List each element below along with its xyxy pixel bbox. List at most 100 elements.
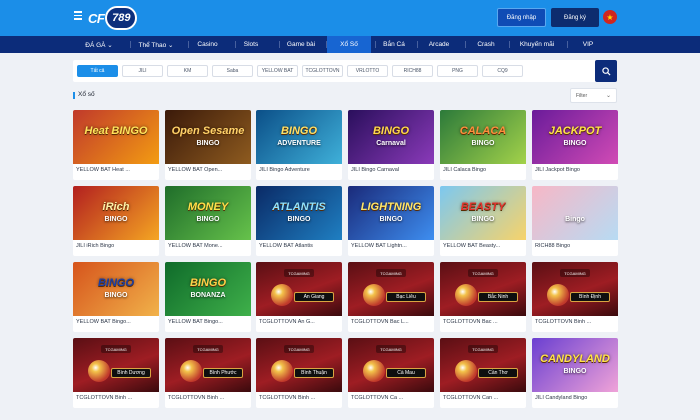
provider-chip-3[interactable]: Saba [212,65,253,77]
region-plate: An Giang [294,292,334,302]
game-name: TCGLOTTOVN Bac ... [443,319,498,325]
game-thumbnail: Open Sesame BINGO [165,110,251,164]
game-card[interactable]: Bingo RICH88 Bingo [532,186,618,256]
game-art-subtitle: ADVENTURE [277,140,321,147]
game-thumbnail: TCGAMING Bình Dương [73,338,159,392]
game-card[interactable]: JACKPOT BINGO JILI Jackpot Bingo [532,110,618,180]
provider-chip-8[interactable]: PNG [437,65,478,77]
lottery-ball-icon [455,360,477,382]
nav-item-5[interactable]: Xổ Số [327,36,371,53]
nav-separator [279,41,280,48]
game-name: YELLOW BAT Mone... [168,243,223,249]
game-thumbnail: TCGAMING Bình Định [532,262,618,316]
game-card[interactable]: CALACA BINGO JILI Calaca Bingo [440,110,526,180]
game-card[interactable]: Open Sesame BINGO YELLOW BAT Open... [165,110,251,180]
game-art-subtitle: Bingo [565,216,585,223]
nav-item-2[interactable]: Casino [189,36,226,53]
login-button[interactable]: Đăng nhập [497,8,546,27]
game-art-title: BINGO [280,125,318,137]
game-card[interactable]: TCGAMING Cà Mau TCGLOTTOVN Ca ... [348,338,434,408]
game-thumbnail: TCGAMING Bắc Ninh [440,262,526,316]
provider-chip-0[interactable]: Tất cả [77,65,118,77]
game-art-subtitle: Carnaval [376,140,406,147]
nav-separator [326,41,327,48]
nav-item-8[interactable]: Crash [466,36,506,53]
game-card[interactable]: BINGO BINGO YELLOW BAT Bingo... [73,262,159,332]
lottery-ball-icon [363,284,385,306]
game-thumbnail: TCGAMING An Giang [256,262,342,316]
provider-logo: TCGAMING [284,269,314,277]
provider-chip-5[interactable]: TCGLOTTOVN [302,65,343,77]
game-art-subtitle: BINGO [196,140,220,147]
provider-chip-1[interactable]: JILI [122,65,163,77]
game-name: YELLOW BAT Open... [168,167,223,173]
game-art-subtitle: BINGO [563,368,587,375]
search-button[interactable] [595,60,617,82]
game-card[interactable]: TCGAMING Bình Định TCGLOTTOVN Binh ... [532,262,618,332]
nav-item-7[interactable]: Arcade [418,36,460,53]
chevron-down-icon: ⌄ [605,93,611,99]
register-button[interactable]: Đăng ký [551,8,599,27]
region-plate: Bình Định [570,292,610,302]
provider-chip-6[interactable]: VRLOTTO [347,65,388,77]
game-card[interactable]: TCGAMING Cần Thơ TCGLOTTOVN Can ... [440,338,526,408]
provider-chip-4[interactable]: YELLOW BAT [257,65,298,77]
game-thumbnail: BEASTY BINGO [440,186,526,240]
region-plate: Bạc Liêu [386,292,426,302]
game-art-title: ATLANTIS [272,201,326,213]
game-art-subtitle: BINGO [379,216,403,223]
nav-item-0[interactable]: ĐÁ GÀ ⌄ [78,36,120,53]
provider-chip-2[interactable]: KM [167,65,208,77]
game-art-title: LIGHTNING [360,201,422,213]
filter-select[interactable]: Filter ⌄ [570,88,617,103]
game-thumbnail: TCGAMING Bạc Liêu [348,262,434,316]
nav-item-6[interactable]: Bắn Cá [376,36,412,53]
game-card[interactable]: TCGAMING Bình Phước TCGLOTTOVN Binh ... [165,338,251,408]
game-thumbnail: TCGAMING Cà Mau [348,338,434,392]
game-art-subtitle: BINGO [563,140,587,147]
game-card[interactable]: LIGHTNING BINGO YELLOW BAT Lightn... [348,186,434,256]
provider-logo: TCGAMING [560,269,590,277]
game-name: TCGLOTTOVN Bac L... [351,319,409,325]
game-thumbnail: ATLANTIS BINGO [256,186,342,240]
game-card[interactable]: BEASTY BINGO YELLOW BAT Beasty... [440,186,526,256]
game-card[interactable]: BINGO BONANZA YELLOW BAT Bingo... [165,262,251,332]
nav-item-4[interactable]: Game bài [280,36,322,53]
game-name: JILI Jackpot Bingo [535,167,580,173]
language-flag-icon[interactable]: ★ [603,10,617,24]
game-name: RICH88 Bingo [535,243,571,249]
game-card[interactable]: ATLANTIS BINGO YELLOW BAT Atlantis [256,186,342,256]
nav-separator [235,41,236,48]
game-art-title: BINGO [372,125,410,137]
game-card[interactable]: TCGAMING Bình Thuận TCGLOTTOVN Binh ... [256,338,342,408]
game-card[interactable]: iRich BINGO JILI iRich Bingo [73,186,159,256]
provider-logo: TCGAMING [376,345,406,353]
game-card[interactable]: BINGO Carnaval JILI Bingo Carnaval [348,110,434,180]
nav-item-1[interactable]: Thể Thao ⌄ [131,36,181,53]
filter-select-label: Filter [576,92,588,99]
hamburger-menu-icon[interactable] [74,11,82,20]
nav-item-9[interactable]: Khuyến mãi [510,36,564,53]
nav-item-10[interactable]: VIP [568,36,608,53]
game-card[interactable]: Heat BINGO YELLOW BAT Heat ... [73,110,159,180]
game-card[interactable]: MONEY BINGO YELLOW BAT Mone... [165,186,251,256]
game-art-subtitle: BINGO [104,216,128,223]
game-card[interactable]: TCGAMING An Giang TCGLOTTOVN An G... [256,262,342,332]
game-name: TCGLOTTOVN Binh ... [535,319,592,325]
game-card[interactable]: TCGAMING Bạc Liêu TCGLOTTOVN Bac L... [348,262,434,332]
game-card[interactable]: TCGAMING Bình Dương TCGLOTTOVN Binh ... [73,338,159,408]
top-bar: CF 789 Đăng nhập Đăng ký ★ [0,0,700,36]
provider-chip-7[interactable]: RICH88 [392,65,433,77]
game-card[interactable]: BINGO ADVENTURE JILI Bingo Adventure [256,110,342,180]
brand-logo[interactable]: CF 789 [88,5,138,31]
game-thumbnail: MONEY BINGO [165,186,251,240]
game-card[interactable]: TCGAMING Bắc Ninh TCGLOTTOVN Bac ... [440,262,526,332]
provider-chip-9[interactable]: CQ9 [482,65,523,77]
provider-logo: TCGAMING [193,345,223,353]
game-card[interactable]: CANDYLAND BINGO JILI Candyland Bingo [532,338,618,408]
game-art-subtitle: BINGO [287,216,311,223]
nav-item-3[interactable]: Slots [236,36,266,53]
game-thumbnail: LIGHTNING BINGO [348,186,434,240]
lottery-ball-icon [271,284,293,306]
game-art-subtitle: BINGO [471,216,495,223]
